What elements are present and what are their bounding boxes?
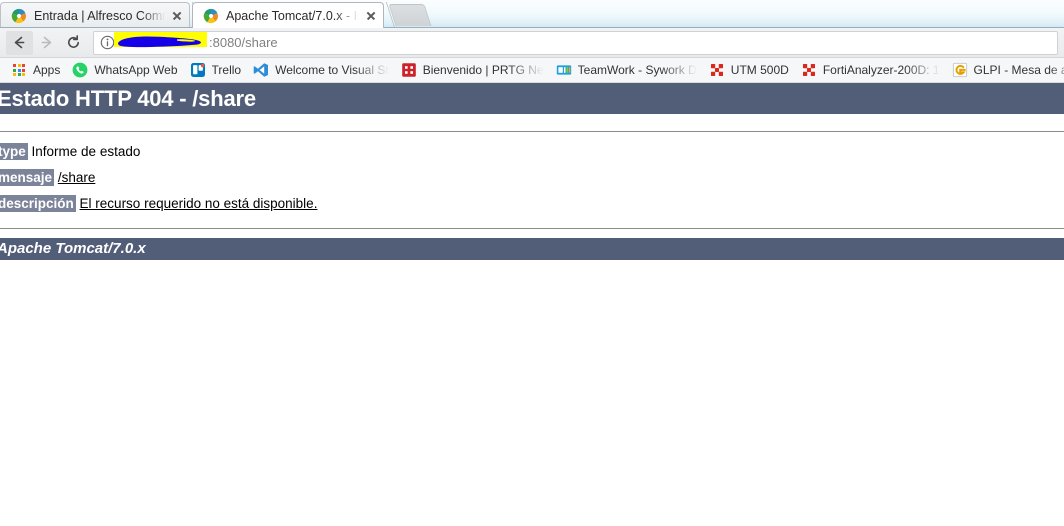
browser-toolbar: :8080/share [0, 28, 1064, 58]
detail-value: El recurso requerido no está disponible. [79, 196, 318, 211]
bookmark-label: Welcome to Visual St [275, 63, 389, 77]
bookmark-fortianalyzer-200d[interactable]: FortiAnalyzer-200D: 1 [795, 60, 946, 80]
tab-strip: Entrada | Alfresco Comm Apache Tomcat/7.… [0, 0, 1064, 28]
bookmark-label: GLPI - Mesa de ayu [973, 63, 1064, 77]
divider-bottom [0, 228, 1064, 229]
glpi-icon [952, 62, 968, 78]
prtg-icon [401, 62, 417, 78]
bookmark-welcome-to-visual-studio[interactable]: Welcome to Visual St [247, 60, 395, 80]
redaction-scribble [117, 35, 205, 50]
address-bar[interactable]: :8080/share [93, 30, 1058, 55]
bookmark-label: Apps [33, 63, 61, 77]
detail-row-mensaje: mensaje /share [0, 169, 1064, 186]
status-details: type Informe de estado mensaje /share de… [0, 132, 1064, 212]
fortinet-icon [801, 62, 817, 78]
bookmark-glpi-mesa-de-ayuda[interactable]: GLPI - Mesa de ayu [946, 60, 1064, 80]
tab-title: Apache Tomcat/7.0.x - In [226, 8, 359, 23]
alfresco-icon [203, 8, 219, 24]
url-text: :8080/share [209, 35, 278, 50]
detail-row-type: type Informe de estado [0, 143, 1064, 160]
info-circle-icon[interactable] [100, 35, 115, 50]
browser-window: Entrada | Alfresco Comm Apache Tomcat/7.… [0, 0, 1064, 526]
apps-grid-icon [11, 62, 27, 78]
bookmark-bienvenido-prtg[interactable]: Bienvenido | PRTG Ne [395, 60, 550, 80]
teamwork-icon [556, 62, 572, 78]
bookmark-utm-500d[interactable]: UTM 500D [703, 60, 795, 80]
browser-tab-2[interactable]: Apache Tomcat/7.0.x - In [192, 2, 384, 28]
bookmark-label: Trello [211, 63, 242, 77]
page-title: Estado HTTP 404 - /share [0, 83, 1064, 114]
back-arrow-icon[interactable] [6, 30, 33, 55]
bookmark-label: FortiAnalyzer-200D: 1 [822, 63, 940, 77]
detail-label: descripción [0, 195, 76, 212]
bookmark-teamwork-sywork[interactable]: TeamWork - Sywork D [550, 60, 703, 80]
fortinet-icon [709, 62, 725, 78]
alfresco-icon [11, 8, 27, 24]
page-content: Estado HTTP 404 - /share type Informe de… [0, 83, 1064, 526]
reload-icon[interactable] [60, 31, 87, 55]
bookmark-label: Bienvenido | PRTG Ne [422, 63, 544, 77]
bookmark-label: WhatsApp Web [94, 63, 178, 77]
detail-label: mensaje [0, 169, 55, 186]
bookmarks-bar: Apps WhatsApp Web Trello Welcome to Visu… [0, 58, 1064, 83]
whatsapp-icon [72, 62, 88, 78]
detail-label: type [0, 143, 28, 160]
detail-value: /share [57, 170, 96, 185]
bookmark-apps[interactable]: Apps [5, 60, 66, 80]
bookmark-label: UTM 500D [730, 63, 789, 77]
visualstudio-icon [253, 62, 269, 78]
close-icon[interactable] [363, 8, 379, 24]
new-tab-button[interactable] [388, 4, 432, 26]
detail-value: Informe de estado [31, 144, 141, 159]
detail-row-descripcion: descripción El recurso requerido no está… [0, 195, 1064, 212]
bookmark-trello[interactable]: Trello [184, 60, 248, 80]
browser-tab-1[interactable]: Entrada | Alfresco Comm [0, 2, 190, 28]
trello-icon [190, 62, 206, 78]
tab-title: Entrada | Alfresco Comm [34, 8, 165, 23]
forward-arrow-icon [33, 31, 60, 55]
bookmark-whatsapp-web[interactable]: WhatsApp Web [66, 60, 183, 80]
server-version-banner: Apache Tomcat/7.0.x [0, 238, 1064, 260]
bookmark-label: TeamWork - Sywork D [577, 63, 697, 77]
